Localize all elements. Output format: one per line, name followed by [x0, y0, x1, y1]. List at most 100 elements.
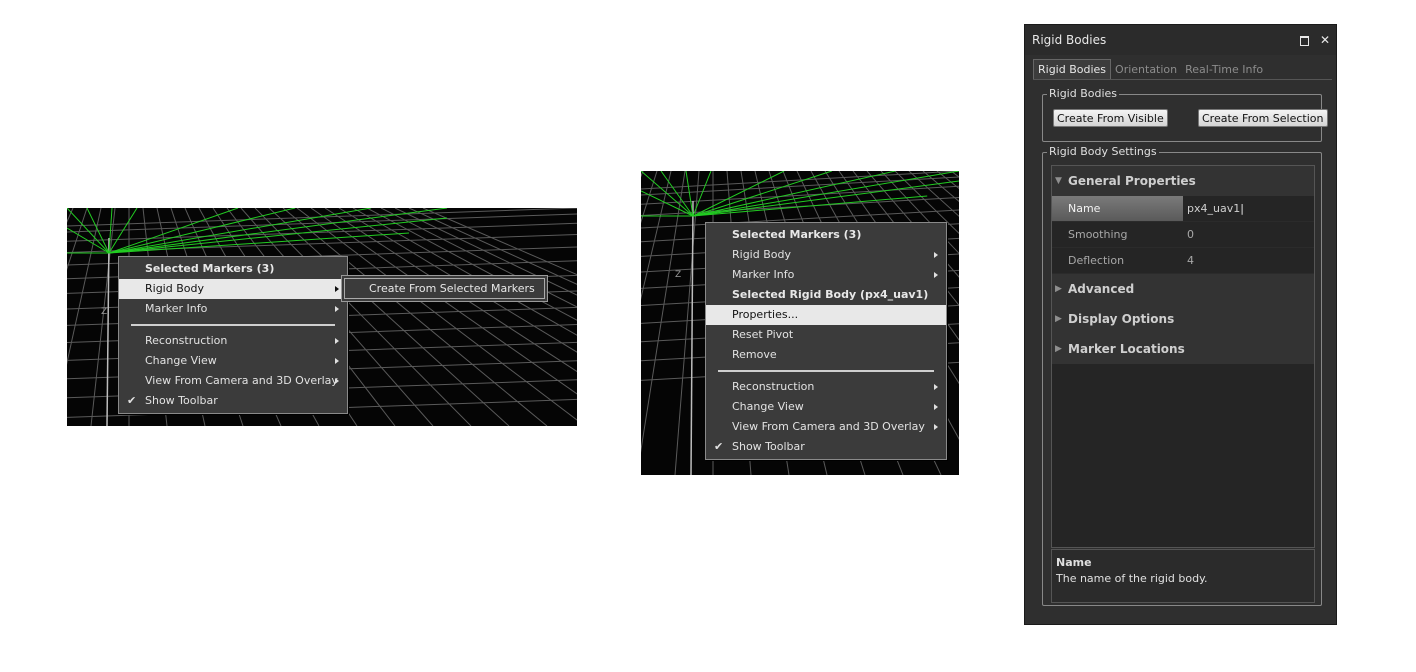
submenu-arrow-icon [934, 404, 938, 410]
advanced-section[interactable]: ▶ Advanced [1052, 274, 1314, 304]
menu-header-selected-markers-3: Selected Markers (3) [119, 259, 347, 279]
menu-item-rigid-body[interactable]: Rigid Body [119, 279, 347, 299]
marker-ray-line [692, 171, 712, 217]
property-value-input[interactable]: px4_uav1| [1185, 196, 1314, 221]
tab-rigid-bodies[interactable]: Rigid Bodies [1033, 59, 1112, 79]
rigid-bodies-panel: Rigid Bodies ✕ Rigid Bodies Orientation Re… [1024, 24, 1337, 625]
menu-item-change-view[interactable]: Change View [119, 351, 347, 371]
marker-ray-line [641, 171, 694, 217]
marker-ray-line [692, 171, 832, 217]
property-row-smoothing[interactable]: Smoothing 0 [1052, 222, 1314, 248]
expand-triangle-icon: ▶ [1055, 344, 1062, 354]
menu-item-label: Reconstruction [732, 380, 815, 393]
tab-real-time-info[interactable]: Real-Time Info [1181, 60, 1267, 79]
property-value[interactable]: 4 [1185, 248, 1314, 273]
menu-item-show-toolbar[interactable]: ✔ Show Toolbar [706, 437, 946, 457]
close-icon[interactable]: ✕ [1320, 25, 1330, 55]
property-row-deflection[interactable]: Deflection 4 [1052, 248, 1314, 274]
menu-item-label: Properties... [732, 308, 799, 321]
marker-ray-line [685, 171, 694, 217]
rigid-bodies-group: Rigid Bodies Create From Visible Create … [1042, 87, 1328, 142]
checkmark-icon: ✔ [127, 394, 137, 407]
menu-item-reset-pivot[interactable]: Reset Pivot [706, 325, 946, 345]
submenu-arrow-icon [934, 252, 938, 258]
description-text: The name of the rigid body. [1056, 572, 1208, 585]
context-menu-rigid-body: Selected Markers (3) Rigid Body Marker Inf… [705, 222, 947, 460]
menu-item-label: Selected Markers (3) [145, 262, 275, 275]
section-label: Advanced [1068, 282, 1135, 296]
expand-triangle-icon: ▶ [1055, 314, 1062, 324]
property-key: Deflection [1068, 254, 1125, 267]
submenu-arrow-icon [934, 424, 938, 430]
property-grid: ▼ General Properties Name px4_uav1| Smoo… [1051, 165, 1315, 548]
panel-title: Rigid Bodies [1032, 33, 1107, 47]
menu-item-label: Change View [732, 400, 804, 413]
marker-ray-line [692, 171, 959, 217]
axis-line [690, 200, 694, 475]
section-label: General Properties [1068, 174, 1196, 188]
menu-item-view-from-camera-and-3d-overlay[interactable]: View From Camera and 3D Overlay [119, 371, 347, 391]
submenu-arrow-icon [335, 338, 339, 344]
menu-item-label: Show Toolbar [732, 440, 805, 453]
menu-separator [718, 370, 934, 372]
general-properties-section[interactable]: ▼ General Properties [1052, 166, 1314, 196]
create-from-selected-markers-item[interactable]: Create From Selected Markers [344, 278, 545, 299]
rigid-body-settings-group: Rigid Body Settings ▼ General Properties… [1042, 145, 1322, 606]
display-options-section[interactable]: ▶ Display Options [1052, 304, 1314, 334]
expand-triangle-icon: ▶ [1055, 284, 1062, 294]
menu-item-label: Change View [145, 354, 217, 367]
property-row-name[interactable]: Name px4_uav1| [1052, 196, 1314, 222]
menu-item-label: View From Camera and 3D Overlay [145, 374, 338, 387]
grid-line [310, 208, 577, 395]
marker-locations-section[interactable]: ▶ Marker Locations [1052, 334, 1314, 364]
menu-item-label: Selected Markers (3) [732, 228, 862, 241]
submenu-arrow-icon [335, 286, 339, 292]
menu-item-reconstruction[interactable]: Reconstruction [706, 377, 946, 397]
menu-item-marker-info[interactable]: Marker Info [706, 265, 946, 285]
menu-header-selected-markers-3: Selected Markers (3) [706, 225, 946, 245]
menu-item-label: Reset Pivot [732, 328, 794, 341]
submenu-arrow-icon [335, 306, 339, 312]
section-label: Display Options [1068, 312, 1175, 326]
rigid-body-submenu: Create From Selected Markers [341, 275, 548, 302]
property-key: Name [1052, 196, 1183, 221]
description-box: Name The name of the rigid body. [1051, 549, 1315, 603]
menu-item-rigid-body[interactable]: Rigid Body [706, 245, 946, 265]
axis-label: Z [675, 270, 681, 280]
grid-line [394, 208, 577, 296]
menu-item-label: Selected Rigid Body (px4_uav1) [732, 288, 929, 301]
context-menu-markers: Selected Markers (3) Rigid Body Marker Inf… [118, 256, 348, 414]
grid-line [950, 171, 959, 178]
menu-header-selected-rigid-body-px4-uav1: Selected Rigid Body (px4_uav1) [706, 285, 946, 305]
menu-item-label: Remove [732, 348, 777, 361]
submenu-arrow-icon [934, 384, 938, 390]
rigid-bodies-group-label: Rigid Bodies [1047, 87, 1120, 100]
menu-item-properties[interactable]: Properties... [706, 305, 946, 325]
menu-item-label: Marker Info [732, 268, 795, 281]
menu-item-label: Rigid Body [145, 282, 204, 295]
tab-orientation[interactable]: Orientation [1111, 60, 1181, 79]
menu-item-label: Reconstruction [145, 334, 228, 347]
menu-item-marker-info[interactable]: Marker Info [119, 299, 347, 319]
checkmark-icon: ✔ [714, 440, 724, 453]
axis-label: Z [101, 307, 107, 317]
marker-ray-line [108, 208, 448, 254]
maximize-icon[interactable] [1300, 25, 1310, 55]
menu-item-change-view[interactable]: Change View [706, 397, 946, 417]
property-value[interactable]: 0 [1185, 222, 1314, 247]
submenu-arrow-icon [934, 272, 938, 278]
axis-line [106, 237, 110, 426]
create-from-selection-button[interactable]: Create From Selection [1198, 109, 1328, 127]
menu-item-label: Marker Info [145, 302, 208, 315]
section-label: Marker Locations [1068, 342, 1185, 356]
menu-item-view-from-camera-and-3d-overlay[interactable]: View From Camera and 3D Overlay [706, 417, 946, 437]
menu-item-reconstruction[interactable]: Reconstruction [119, 331, 347, 351]
panel-tabs: Rigid Bodies Orientation Real-Time Info [1033, 59, 1332, 80]
menu-item-label: Show Toolbar [145, 394, 218, 407]
menu-item-remove[interactable]: Remove [706, 345, 946, 365]
grid-line [674, 171, 700, 475]
create-from-visible-button[interactable]: Create From Visible [1053, 109, 1168, 127]
menu-item-show-toolbar[interactable]: ✔ Show Toolbar [119, 391, 347, 411]
menu-item-label: View From Camera and 3D Overlay [732, 420, 925, 433]
rigid-body-settings-label: Rigid Body Settings [1047, 145, 1159, 158]
